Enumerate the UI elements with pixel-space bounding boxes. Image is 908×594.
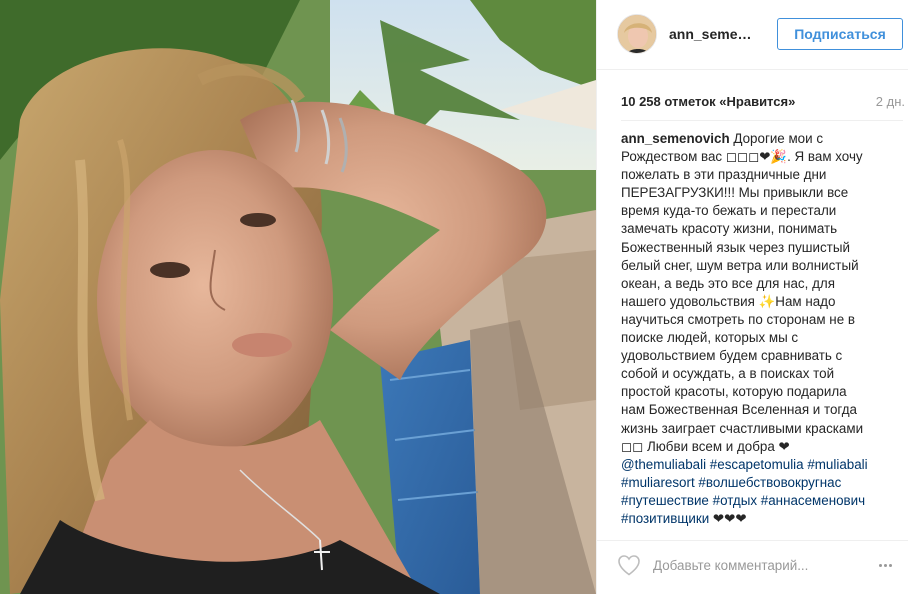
hashtag-line: #muliaresort #волшебствовокругнас <box>621 474 901 492</box>
divider <box>621 120 903 121</box>
caption-text: поиске людей, которых мы с <box>621 330 799 346</box>
dot <box>883 563 887 567</box>
likes-count[interactable]: 10 258 отметок «Нравится» <box>621 94 795 109</box>
likes-row: 10 258 отметок «Нравится» 2 дн. <box>621 94 908 112</box>
caption-text: океан, а ведь это все для нас, для <box>621 275 835 291</box>
caption-text: пожелать в эти праздничные дни <box>621 167 827 183</box>
hashtag-link[interactable]: #muliabali <box>807 457 867 472</box>
caption-line: ◻◻ Любви всем и добра ❤ <box>621 438 901 456</box>
hashtag-link[interactable]: #escapetomulia <box>710 457 804 472</box>
header-username[interactable]: ann_seme… <box>669 26 755 42</box>
caption-line: ann_semenovich Дорогие мои с <box>621 130 901 148</box>
follow-button[interactable]: Подписаться <box>777 18 903 50</box>
caption-text: жизнь заиграет счастливыми красками <box>621 420 864 436</box>
caption-text: замечать красоту жизни, понимать <box>621 221 838 237</box>
caption-line: нам Божественная Вселенная и тогда <box>621 401 901 419</box>
selfie-image <box>0 0 596 594</box>
avatar-image <box>618 15 656 53</box>
caption-line: удовольствием будем сравнивать с <box>621 347 901 365</box>
caption-line: время куда-то бежать и перестали <box>621 202 901 220</box>
hashtag-link[interactable]: #отдых <box>713 493 757 508</box>
mention-link[interactable]: @themuliabali <box>621 457 706 472</box>
caption-text: ◻◻ Любви всем и добра ❤ <box>621 438 790 454</box>
heart-outline-icon[interactable] <box>617 554 641 576</box>
caption-line: замечать красоту жизни, понимать <box>621 220 901 238</box>
caption-line: простой красоты, которую подарила <box>621 383 901 401</box>
hashtag-line: #позитивщики ❤❤❤ <box>621 510 901 528</box>
post-sidebar: ann_seme… Подписаться 10 258 отметок «Нр… <box>596 0 908 594</box>
dot <box>888 563 892 567</box>
post-caption: ann_semenovich Дорогие мои с Рождеством в… <box>621 130 901 528</box>
caption-author[interactable]: ann_semenovich <box>621 131 730 146</box>
hashtag-line: @themuliabali #escapetomulia #muliabali <box>621 456 901 474</box>
caption-text: нам Божественная Вселенная и тогда <box>621 402 857 418</box>
caption-text: Рождеством вас ◻◻◻❤🎉. Я вам хочу <box>621 149 863 165</box>
comment-input[interactable] <box>653 553 863 577</box>
hashtag-link[interactable]: #путешествие <box>621 493 709 508</box>
profile-avatar[interactable] <box>617 14 657 54</box>
caption-text: научиться смотреть по сторонам не в <box>621 311 855 327</box>
post-header: ann_seme… Подписаться <box>597 0 908 70</box>
caption-text: ПЕРЕЗАГРУЗКИ!!! Мы привыкли все <box>621 185 849 201</box>
hashtag-link[interactable]: #muliaresort <box>621 475 695 490</box>
hearts-emoji: ❤❤❤ <box>712 510 747 526</box>
caption-line: пожелать в эти праздничные дни <box>621 166 901 184</box>
caption-line: ПЕРЕЗАГРУЗКИ!!! Мы привыкли все <box>621 184 901 202</box>
hashtag-link[interactable]: #позитивщики <box>621 511 709 526</box>
comment-bar <box>597 540 908 594</box>
caption-text: белый снег, шум ветра или волнистый <box>621 257 859 273</box>
caption-line: собой и осуждать, а в поисках той <box>621 365 901 383</box>
caption-text: Дорогие мои с <box>729 131 824 146</box>
caption-line: научиться смотреть по сторонам не в <box>621 311 901 329</box>
hashtag-link[interactable]: #аннасеменович <box>761 493 865 508</box>
caption-text: время куда-то бежать и перестали <box>621 203 837 219</box>
caption-text: Божественный язык через пушистый <box>621 239 850 255</box>
caption-line: Божественный язык через пушистый <box>621 239 901 257</box>
post-time[interactable]: 2 дн. <box>876 94 905 109</box>
caption-line: нашего удовольствия ✨Нам надо <box>621 293 901 311</box>
caption-line: жизнь заиграет счастливыми красками <box>621 420 901 438</box>
hashtag-line: #путешествие #отдых #аннасеменович <box>621 492 901 510</box>
caption-text: удовольствием будем сравнивать с <box>621 348 843 364</box>
caption-line: Рождеством вас ◻◻◻❤🎉. Я вам хочу <box>621 148 901 166</box>
instagram-post: ann_seme… Подписаться 10 258 отметок «Нр… <box>0 0 908 594</box>
post-photo[interactable] <box>0 0 596 594</box>
caption-line: поиске людей, которых мы с <box>621 329 901 347</box>
caption-line: белый снег, шум ветра или волнистый <box>621 257 901 275</box>
more-horizontal-icon[interactable] <box>873 555 897 575</box>
caption-text: простой красоты, которую подарила <box>621 384 847 400</box>
dot <box>878 563 882 567</box>
hashtag-link[interactable]: #волшебствовокругнас <box>698 475 841 490</box>
caption-line: океан, а ведь это все для нас, для <box>621 275 901 293</box>
caption-text: собой и осуждать, а в поисках той <box>621 366 835 382</box>
caption-text: нашего удовольствия ✨Нам надо <box>621 293 836 309</box>
